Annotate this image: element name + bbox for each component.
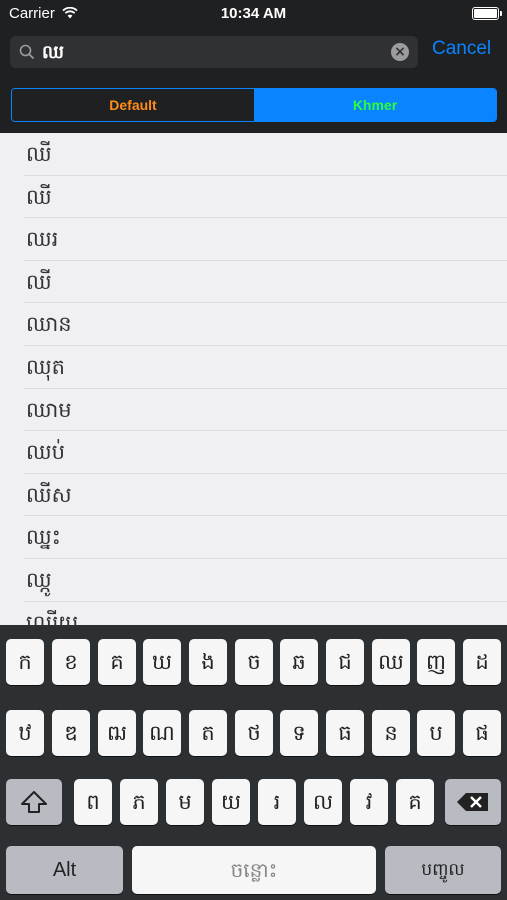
list-item[interactable]: ឈរ xyxy=(24,218,507,261)
key[interactable]: ម xyxy=(166,779,204,825)
key[interactable]: ឃ xyxy=(143,639,181,685)
key[interactable]: ន xyxy=(372,710,410,756)
status-time: 10:34 AM xyxy=(220,5,287,22)
key[interactable]: ដ xyxy=(463,639,501,685)
list-item-text: ឈប់ xyxy=(26,440,65,465)
top-bar: Carrier 10:34 AM ឈ × Cancel Default Khme… xyxy=(0,0,507,133)
alt-key[interactable]: Alt xyxy=(6,846,123,894)
list-item[interactable]: ឈី xyxy=(24,176,507,219)
list-item[interactable]: ឈីស xyxy=(24,474,507,517)
keyboard-row-4: Alt ចន្លោះ បញ្ចូល xyxy=(0,846,507,894)
list-item[interactable]: ឈី xyxy=(24,261,507,304)
key[interactable]: គ xyxy=(98,639,136,685)
cancel-button[interactable]: Cancel xyxy=(432,38,491,60)
khmer-keyboard: ក ខ គ ឃ ង ច ឆ ជ ឈ ញ ដ ឋ ឌ ឍ ណ ត ថ ទ ធ ន … xyxy=(0,625,507,900)
key[interactable]: ជ xyxy=(326,639,364,685)
key[interactable]: ឍ xyxy=(98,710,136,756)
keyboard-row-3: ព ភ ម យ រ ល វ គ xyxy=(0,779,507,825)
language-segmented-control: Default Khmer xyxy=(11,88,497,122)
key[interactable]: ថ xyxy=(235,710,273,756)
list-item-text: ឈី xyxy=(26,269,52,294)
list-item-text: ឈុត xyxy=(26,354,65,379)
key[interactable]: ណ xyxy=(143,710,181,756)
delete-key[interactable] xyxy=(445,779,501,825)
shift-key[interactable] xyxy=(6,779,62,825)
key[interactable]: ឋ xyxy=(6,710,44,756)
key[interactable]: ឈ xyxy=(372,639,410,685)
key[interactable]: ល xyxy=(304,779,342,825)
key[interactable]: ប xyxy=(417,710,455,756)
list-item-text: ឈាន xyxy=(26,312,72,337)
key[interactable]: ធ xyxy=(326,710,364,756)
key[interactable]: ភ xyxy=(120,779,158,825)
shift-arrow-icon xyxy=(21,791,47,813)
list-item[interactable]: ឈ្លើយ xyxy=(24,602,507,625)
key[interactable]: ព xyxy=(74,779,112,825)
keyboard-row-1: ក ខ គ ឃ ង ច ឆ ជ ឈ ញ ដ xyxy=(0,639,507,685)
list-item-text: ឈាម xyxy=(26,397,72,422)
list-item-text: ឈ្កូ xyxy=(26,567,52,592)
list-item[interactable]: ឈ្កូ xyxy=(24,559,507,602)
return-key[interactable]: បញ្ចូល xyxy=(385,846,501,894)
key[interactable]: ក xyxy=(6,639,44,685)
list-item-text: ឈីស xyxy=(26,482,72,507)
search-query-text: ឈ xyxy=(42,42,64,63)
key[interactable]: ច xyxy=(235,639,273,685)
clear-icon[interactable]: × xyxy=(391,43,409,61)
list-item-text: ឈី xyxy=(26,142,52,166)
list-item[interactable]: ឈាន xyxy=(24,303,507,346)
key[interactable]: វ xyxy=(350,779,388,825)
list-item[interactable]: ឈ្នះ xyxy=(24,516,507,559)
backspace-icon xyxy=(457,793,488,811)
list-item-text: ឈ្នះ xyxy=(26,525,61,550)
status-bar: Carrier 10:34 AM xyxy=(0,0,507,28)
battery-icon xyxy=(472,7,502,20)
key[interactable]: ទ xyxy=(280,710,318,756)
keyboard-row-2: ឋ ឌ ឍ ណ ត ថ ទ ធ ន ប ផ xyxy=(0,710,507,756)
segment-khmer[interactable]: Khmer xyxy=(254,89,496,121)
list-item-text: ឈរ xyxy=(26,227,59,252)
key[interactable]: ខ xyxy=(52,639,90,685)
key[interactable]: ឆ xyxy=(280,639,318,685)
key[interactable]: ត xyxy=(189,710,227,756)
results-list[interactable]: ឈី ឈី ឈរ ឈី ឈាន ឈុត ឈាម ឈប់ ឈីស ឈ្នះ ឈ្ក… xyxy=(0,133,507,625)
key[interactable]: ញ xyxy=(417,639,455,685)
segment-default[interactable]: Default xyxy=(12,89,254,121)
list-item[interactable]: ឈាម xyxy=(24,389,507,432)
search-input[interactable]: ឈ × xyxy=(10,36,418,68)
key[interactable]: ឌ xyxy=(52,710,90,756)
list-item-text: ឈ្លើយ xyxy=(26,610,79,625)
key[interactable]: យ xyxy=(212,779,250,825)
list-item[interactable]: ឈី xyxy=(24,133,507,176)
space-key[interactable]: ចន្លោះ xyxy=(132,846,376,894)
key[interactable]: គ xyxy=(396,779,434,825)
key[interactable]: រ xyxy=(258,779,296,825)
search-icon xyxy=(19,44,35,64)
key[interactable]: ង xyxy=(189,639,227,685)
list-item-text: ឈី xyxy=(26,184,52,209)
list-item[interactable]: ឈប់ xyxy=(24,431,507,474)
list-item[interactable]: ឈុត xyxy=(24,346,507,389)
key[interactable]: ផ xyxy=(463,710,501,756)
